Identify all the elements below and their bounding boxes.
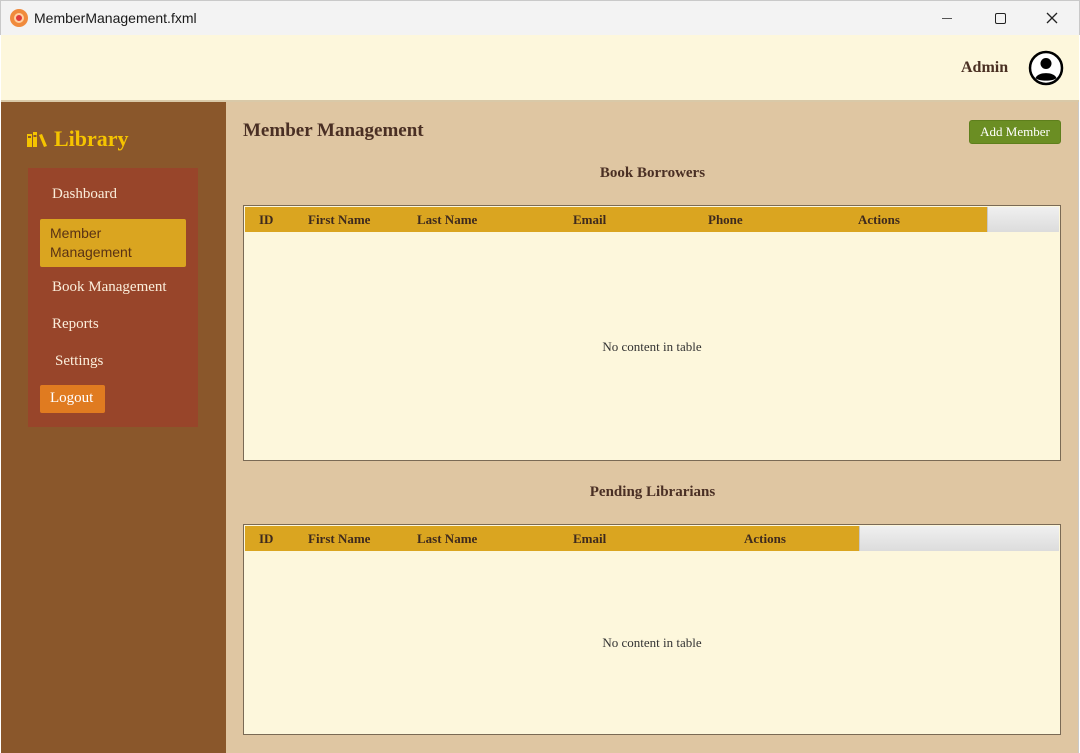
close-button[interactable]: [1029, 1, 1075, 35]
maximize-icon: [994, 12, 1006, 24]
sidebar: Library Dashboard Member Management Book…: [1, 102, 226, 753]
window-title: MemberManagement.fxml: [34, 10, 197, 26]
minimize-icon: [942, 17, 952, 19]
account-circle-icon[interactable]: [1028, 50, 1064, 86]
borrowers-section-title: Book Borrowers: [599, 165, 706, 181]
borrowers-table-header: ID First Name Last Name Email Phone Acti…: [245, 207, 987, 232]
minimize-button[interactable]: [924, 1, 970, 35]
column-header-email[interactable]: Email: [573, 212, 606, 228]
librarians-table-header: ID First Name Last Name Email Actions: [245, 526, 859, 551]
librarians-section-title: Pending Librarians: [589, 484, 716, 500]
add-member-button[interactable]: Add Member: [969, 120, 1061, 144]
librarians-table[interactable]: ID First Name Last Name Email Actions No…: [243, 524, 1061, 735]
column-header-actions[interactable]: Actions: [858, 212, 900, 228]
main-content: Member Management Add Member Book Borrow…: [226, 102, 1079, 753]
column-header-email[interactable]: Email: [573, 531, 606, 547]
logout-button[interactable]: Logout: [40, 385, 105, 413]
column-header-actions[interactable]: Actions: [744, 531, 786, 547]
sidebar-item-reports[interactable]: Reports: [40, 312, 186, 337]
app-icon: [10, 9, 28, 27]
page-title: Member Management: [243, 120, 424, 141]
top-header: Admin: [1, 35, 1079, 102]
brand-label: Library: [54, 126, 129, 151]
window-titlebar: MemberManagement.fxml: [0, 0, 1080, 35]
column-header-id[interactable]: ID: [259, 531, 273, 547]
sidebar-item-settings[interactable]: Settings: [40, 349, 186, 374]
close-icon: [1046, 12, 1058, 24]
brand: Library: [27, 126, 129, 152]
borrowers-header-filler: [987, 207, 1059, 232]
column-header-phone[interactable]: Phone: [708, 212, 743, 228]
column-header-first-name[interactable]: First Name: [308, 531, 370, 547]
admin-label: Admin: [961, 59, 1009, 76]
sidebar-item-book-management[interactable]: Book Management: [40, 275, 186, 300]
librarians-empty-message: No content in table: [602, 635, 702, 650]
borrowers-empty-message: No content in table: [602, 339, 702, 354]
maximize-button[interactable]: [977, 1, 1023, 35]
borrowers-table[interactable]: ID First Name Last Name Email Phone Acti…: [243, 205, 1061, 461]
column-header-id[interactable]: ID: [259, 212, 273, 228]
sidebar-item-member-management[interactable]: Member Management: [40, 219, 186, 267]
column-header-first-name[interactable]: First Name: [308, 212, 370, 228]
nav-panel: Dashboard Member Management Book Managem…: [28, 168, 198, 427]
sidebar-item-dashboard[interactable]: Dashboard: [40, 182, 186, 207]
librarians-header-filler: [859, 526, 1059, 551]
column-header-last-name[interactable]: Last Name: [417, 531, 477, 547]
column-header-last-name[interactable]: Last Name: [417, 212, 477, 228]
books-icon: [27, 132, 47, 147]
